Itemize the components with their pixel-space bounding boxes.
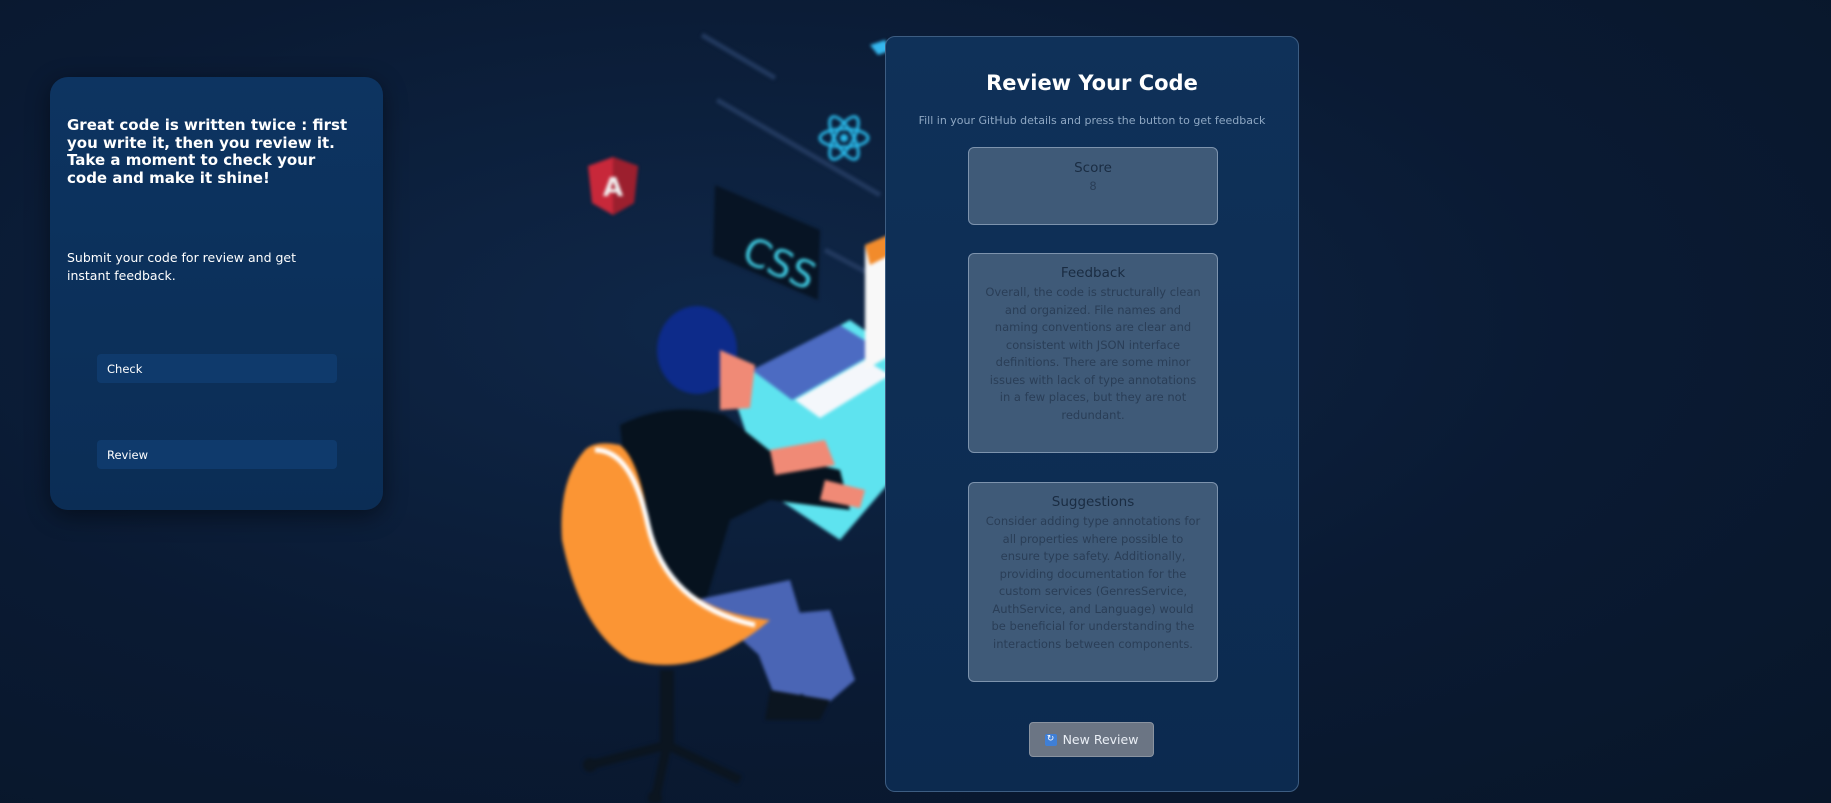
page-title: Review Your Code [986,71,1198,95]
angular-logo-icon: A [588,157,638,215]
score-box: Score 8 [968,147,1218,225]
page-subtitle: Fill in your GitHub details and press th… [918,114,1266,127]
suggestions-label: Suggestions [1051,494,1135,510]
feedback-box: Feedback Overall, the code is structural… [968,253,1218,453]
intro-heading: Great code is written twice : first you … [67,116,348,187]
svg-text:A: A [603,173,623,203]
suggestions-box: Suggestions Consider adding type annotat… [968,482,1218,682]
check-button[interactable]: Check [97,354,337,383]
intro-card: Great code is written twice : first you … [50,77,383,510]
score-value: 8 [1089,179,1097,193]
feedback-text: Overall, the code is structurally clean … [985,285,1201,422]
developer-illustration: A CSS [561,32,900,803]
score-label: Score [1074,160,1112,176]
refresh-icon: ↻ [1044,733,1057,746]
new-review-label: New Review [1062,732,1139,747]
intro-subtext: Submit your code for review and get inst… [67,250,297,283]
react-logo-icon [818,115,870,161]
feedback-label: Feedback [1060,265,1126,281]
streak-line [700,32,777,81]
streak-line [715,97,882,198]
new-review-button[interactable]: ↻ New Review [1029,722,1154,757]
review-button[interactable]: Review [97,440,337,469]
css-card: CSS [713,185,823,300]
suggestions-text: Consider adding type annotations for all… [985,514,1201,651]
review-panel: Review Your Code Fill in your GitHub det… [885,36,1299,792]
